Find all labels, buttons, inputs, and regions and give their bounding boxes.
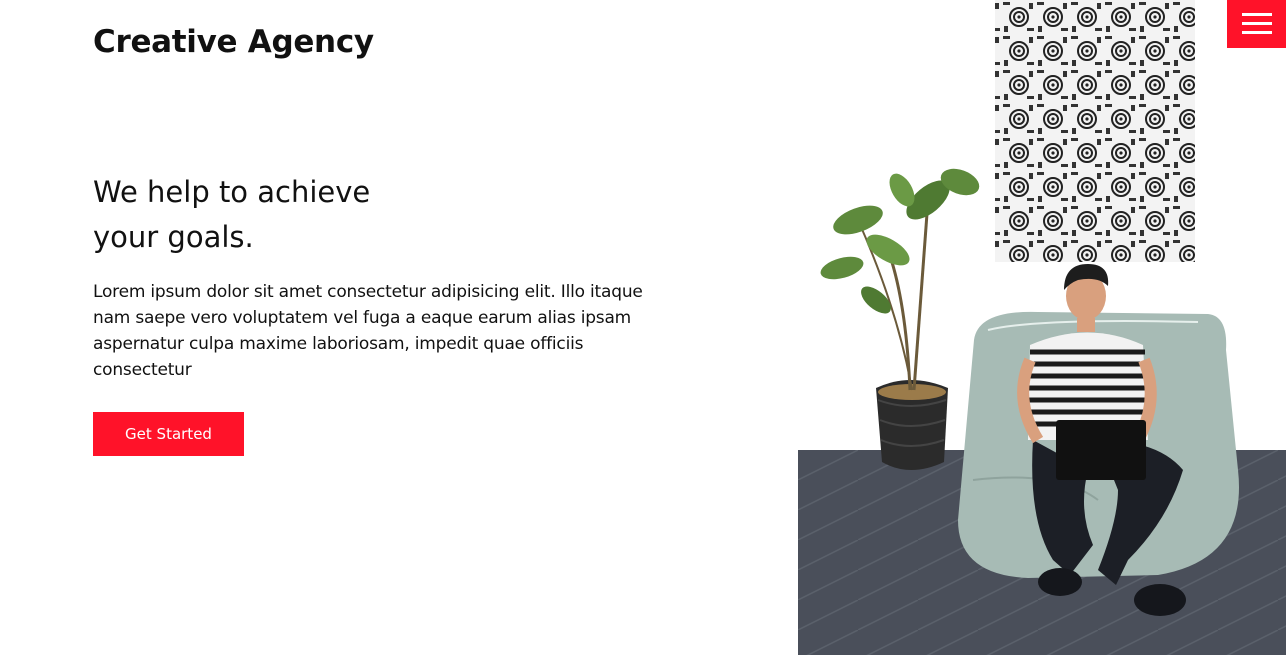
hero-title: We help to achieve your goals. xyxy=(93,170,513,260)
hero-image xyxy=(798,0,1286,655)
menu-icon-bar-bottom xyxy=(1242,31,1272,34)
page: Creative Agency We help to achieve your … xyxy=(0,0,1286,655)
hero-description: Lorem ipsum dolor sit amet consectetur a… xyxy=(93,282,643,380)
hero-title-line-2: your goals. xyxy=(93,220,254,254)
get-started-button[interactable]: Get Started xyxy=(93,412,244,456)
menu-icon-bar-middle xyxy=(1242,22,1272,25)
hero-title-line-1: We help to achieve xyxy=(93,175,371,209)
site-logo[interactable]: Creative Agency xyxy=(93,24,374,60)
wall-art xyxy=(995,0,1195,262)
menu-icon-bar-top xyxy=(1242,13,1272,16)
hamburger-menu-button[interactable] xyxy=(1227,0,1286,48)
